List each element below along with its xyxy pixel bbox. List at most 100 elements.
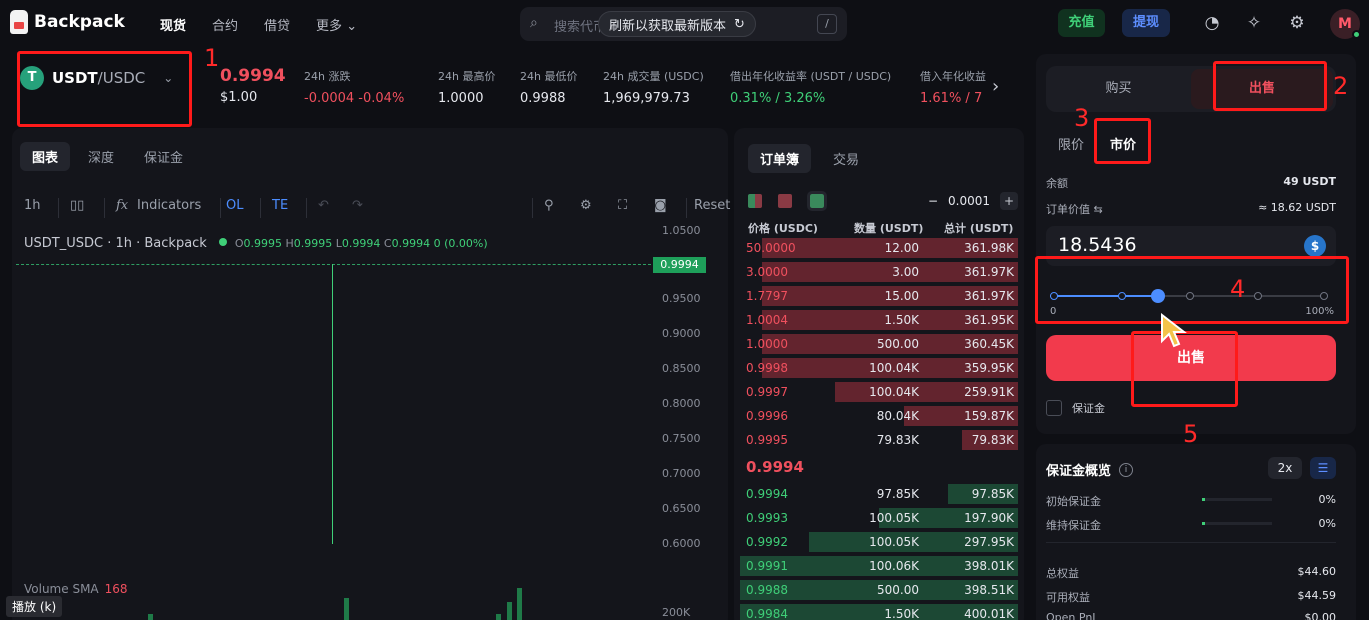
- row-label: 维持保证金: [1046, 519, 1101, 532]
- tab-limit[interactable]: 限价: [1058, 134, 1084, 153]
- row-price: 0.9995: [746, 433, 788, 447]
- y-tick: 0.8500: [662, 362, 701, 375]
- bid-row[interactable]: 0.9992 100.05K 297.95K: [734, 530, 1024, 554]
- row-price: 0.9992: [746, 535, 788, 549]
- chart-tabs: 图表 深度 保证金: [20, 142, 195, 171]
- view-bids-icon[interactable]: [807, 191, 827, 211]
- y-tick: 0.8000: [662, 397, 701, 410]
- nav-futures[interactable]: 合约: [212, 15, 238, 34]
- ask-row[interactable]: 1.7797 15.00 361.97K: [734, 284, 1024, 308]
- row-total: 79.83K: [971, 433, 1014, 447]
- search-shortcut-key: /: [817, 14, 837, 34]
- annotation-number-3: 3: [1074, 104, 1090, 132]
- minus-icon[interactable]: −: [928, 194, 938, 208]
- te-toggle[interactable]: TE: [272, 198, 288, 213]
- ask-row[interactable]: 1.0004 1.50K 361.95K: [734, 308, 1024, 332]
- nav-more[interactable]: 更多 ⌄: [316, 15, 357, 34]
- nav-more-label: 更多: [316, 19, 343, 34]
- ask-row[interactable]: 0.9996 80.04K 159.87K: [734, 404, 1024, 428]
- search-icon: ⌕: [530, 15, 538, 31]
- interval-selector[interactable]: 1h: [24, 198, 41, 213]
- open-pnl-row: Open PnL $0.00: [1046, 611, 1336, 620]
- row-size: 97.85K: [876, 487, 919, 501]
- bid-row[interactable]: 0.9984 1.50K 400.01K: [734, 602, 1024, 620]
- ask-row[interactable]: 0.9997 100.04K 259.91K: [734, 380, 1024, 404]
- ask-row[interactable]: 0.9998 100.04K 359.95K: [734, 356, 1024, 380]
- margin-overview-label: 保证金概览: [1046, 464, 1112, 479]
- ask-row[interactable]: 3.0000 3.00 361.97K: [734, 260, 1024, 284]
- stat-label: 借出年化收益率 (USDT / USDC): [730, 70, 892, 83]
- bid-row[interactable]: 0.9988 500.00 398.51K: [734, 578, 1024, 602]
- toolbar-divider: [306, 198, 307, 218]
- refresh-version-button[interactable]: 刷新以获取最新版本 ↻: [598, 11, 756, 37]
- ol-toggle[interactable]: OL: [226, 198, 243, 213]
- withdraw-button[interactable]: 提现: [1122, 9, 1170, 37]
- volume-bar: [496, 614, 501, 620]
- row-total: 398.01K: [964, 559, 1014, 573]
- ask-row[interactable]: 0.9995 79.83K 79.83K: [734, 428, 1024, 452]
- sparkle-icon[interactable]: ✧: [1243, 12, 1265, 34]
- row-price: 3.0000: [746, 265, 788, 279]
- logo[interactable]: Backpack: [10, 10, 125, 34]
- fullscreen-icon[interactable]: ⛶: [618, 198, 627, 213]
- undo-icon[interactable]: ↶: [318, 198, 329, 213]
- total-equity-row: 总权益 $44.60: [1046, 565, 1336, 581]
- ask-row[interactable]: 1.0000 500.00 360.45K: [734, 332, 1024, 356]
- margin-toggle[interactable]: 保证金: [1046, 400, 1105, 416]
- stat-24h-low: 24h 最低价 0.9988: [520, 68, 577, 106]
- stat-label: 24h 涨跌: [304, 70, 351, 83]
- settings-icon[interactable]: ⚙: [580, 198, 592, 213]
- row-size: 100.05K: [869, 511, 919, 525]
- row-label: 初始保证金: [1046, 495, 1101, 508]
- search-bar[interactable]: ⌕ 搜索代币 刷新以获取最新版本 ↻ /: [520, 7, 847, 41]
- row-price: 0.9994: [746, 487, 788, 501]
- row-total: 400.01K: [964, 607, 1014, 620]
- chevron-right-icon[interactable]: ›: [992, 76, 999, 97]
- view-both-icon[interactable]: [748, 194, 762, 208]
- indicators-button[interactable]: Indicators: [137, 198, 201, 213]
- annotation-box-1: [17, 51, 192, 127]
- ask-row[interactable]: 50.0000 12.00 361.98K: [734, 236, 1024, 260]
- row-value: 0%: [1318, 517, 1336, 530]
- tab-margin[interactable]: 保证金: [132, 142, 195, 171]
- redo-icon[interactable]: ↷: [352, 198, 363, 213]
- row-size: 1.50K: [884, 607, 919, 620]
- nav-lend[interactable]: 借贷: [264, 15, 290, 34]
- deposit-button[interactable]: 充值: [1058, 9, 1105, 37]
- view-asks-icon[interactable]: [778, 194, 792, 208]
- price-axis[interactable]: 1.0500 0.9500 0.9000 0.8500 0.8000 0.750…: [662, 128, 722, 620]
- refresh-icon: ↻: [734, 16, 745, 32]
- usdc-coin-icon: $: [1304, 235, 1326, 257]
- header-price: 价格 (USDC): [748, 222, 818, 235]
- tab-trades[interactable]: 交易: [821, 144, 871, 173]
- row-price: 0.9996: [746, 409, 788, 423]
- row-size: 15.00: [884, 289, 919, 303]
- quick-search-icon[interactable]: ⚲: [544, 198, 554, 213]
- y-tick: 1.0500: [662, 224, 701, 237]
- leverage-button[interactable]: 2x: [1268, 457, 1302, 479]
- tab-chart[interactable]: 图表: [20, 142, 71, 171]
- amount-input[interactable]: [1058, 234, 1288, 256]
- toolbar-divider: [532, 198, 533, 218]
- tab-orderbook[interactable]: 订单簿: [748, 144, 812, 173]
- portfolio-pie-icon[interactable]: ◔: [1201, 12, 1223, 34]
- tab-depth[interactable]: 深度: [76, 142, 126, 171]
- margin-checkbox[interactable]: [1046, 400, 1062, 416]
- ohlc-close: 0.9994: [391, 237, 431, 250]
- sliders-icon[interactable]: ☰: [1310, 457, 1336, 479]
- swap-icon[interactable]: ⇆: [1094, 203, 1103, 216]
- row-total: 297.95K: [964, 535, 1014, 549]
- bid-row[interactable]: 0.9991 100.06K 398.01K: [734, 554, 1024, 578]
- nav-spot[interactable]: 现货: [160, 15, 186, 34]
- tick-size-value: 0.0001: [948, 194, 990, 208]
- stat-value: 1.0000: [438, 91, 484, 106]
- info-icon[interactable]: i: [1119, 462, 1134, 477]
- gear-icon[interactable]: ⚙: [1286, 12, 1308, 34]
- plus-icon[interactable]: +: [1000, 192, 1018, 210]
- bid-row[interactable]: 0.9994 97.85K 97.85K: [734, 482, 1024, 506]
- row-size: 100.05K: [869, 535, 919, 549]
- bid-row[interactable]: 0.9993 100.05K 197.90K: [734, 506, 1024, 530]
- candle-type-icon[interactable]: ▯▯: [70, 198, 84, 213]
- buy-tab[interactable]: 购买: [1046, 66, 1191, 112]
- toolbar-divider: [58, 198, 59, 218]
